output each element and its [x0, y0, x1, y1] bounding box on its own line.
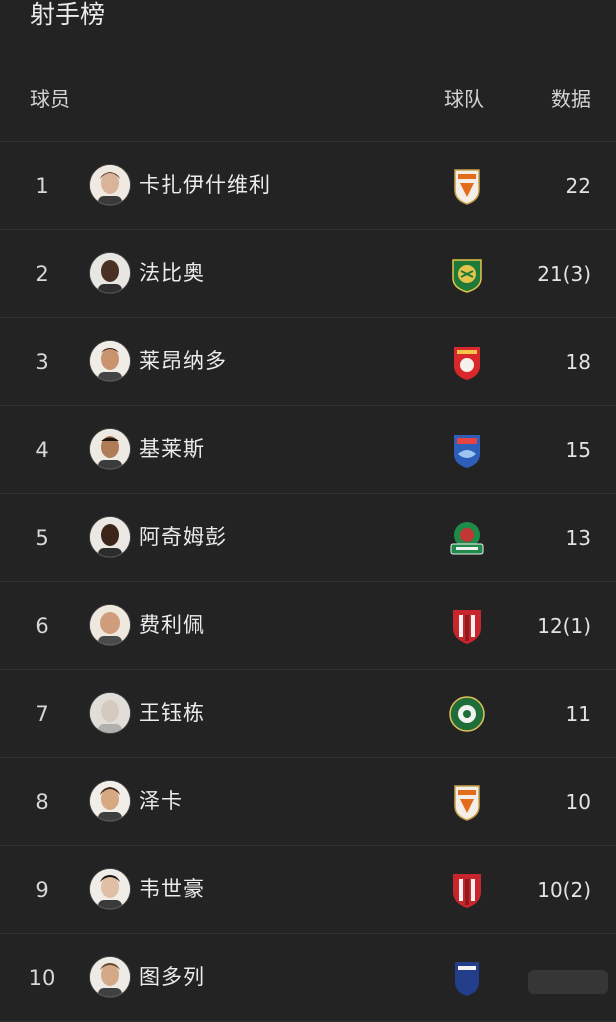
rank-number: 1	[35, 174, 49, 198]
chengdu-rongcheng-badge-icon[interactable]	[447, 606, 487, 646]
shanghai-shenhua-badge-icon[interactable]	[447, 958, 487, 998]
player-name[interactable]: 泽卡	[139, 787, 183, 815]
rank-number: 9	[35, 878, 49, 902]
watermark-overlay	[528, 970, 608, 994]
goal-count: 21(3)	[537, 262, 591, 286]
table-header: 球员 球队 数据	[0, 55, 616, 142]
goal-count: 12(1)	[537, 614, 591, 638]
table-row[interactable]: 5 阿奇姆彭 13	[0, 494, 616, 582]
henan-badge-icon[interactable]	[447, 518, 487, 558]
rank-number: 6	[35, 614, 49, 638]
table-row[interactable]: 10 图多列	[0, 934, 616, 1022]
player-avatar[interactable]	[90, 429, 130, 469]
goal-count: 13	[565, 526, 591, 550]
table-row[interactable]: 1 卡扎伊什维利 22	[0, 142, 616, 230]
player-avatar[interactable]	[90, 693, 130, 733]
player-name[interactable]: 图多列	[139, 963, 205, 991]
shandong-taishan-badge-icon[interactable]	[447, 782, 487, 822]
player-name[interactable]: 莱昂纳多	[139, 347, 227, 375]
rank-number: 7	[35, 702, 49, 726]
table-row[interactable]: 9 韦世豪 10(2)	[0, 846, 616, 934]
table-row[interactable]: 3 莱昂纳多 18	[0, 318, 616, 406]
chengdu-rongcheng-badge-icon[interactable]	[447, 870, 487, 910]
player-name[interactable]: 阿奇姆彭	[139, 523, 227, 551]
table-row[interactable]: 8 泽卡 10	[0, 758, 616, 846]
player-name[interactable]: 韦世豪	[139, 875, 205, 903]
goal-count: 22	[565, 174, 591, 198]
player-avatar[interactable]	[90, 165, 130, 205]
player-avatar[interactable]	[90, 781, 130, 821]
player-name[interactable]: 卡扎伊什维利	[139, 171, 271, 199]
scorer-list: 1 卡扎伊什维利 22 2 法比奥 21(3) 3 莱昂纳多 18 4 基莱斯 …	[0, 142, 616, 1022]
player-avatar[interactable]	[90, 341, 130, 381]
column-header-player[interactable]: 球员	[30, 85, 70, 113]
zhejiang-badge-icon[interactable]	[447, 694, 487, 734]
goal-count: 15	[565, 438, 591, 462]
rank-number: 4	[35, 438, 49, 462]
player-name[interactable]: 费利佩	[139, 611, 205, 639]
table-row[interactable]: 6 费利佩 12(1)	[0, 582, 616, 670]
shandong-taishan-badge-icon[interactable]	[447, 166, 487, 206]
player-avatar[interactable]	[90, 957, 130, 997]
player-avatar[interactable]	[90, 869, 130, 909]
table-row[interactable]: 2 法比奥 21(3)	[0, 230, 616, 318]
page-title: 射手榜	[30, 0, 106, 29]
rank-number: 10	[28, 966, 56, 990]
beijing-guoan-badge-icon[interactable]	[447, 254, 487, 294]
player-avatar[interactable]	[90, 517, 130, 557]
player-name[interactable]: 王钰栋	[139, 699, 205, 727]
table-row[interactable]: 4 基莱斯 15	[0, 406, 616, 494]
shanghai-port-badge-icon[interactable]	[447, 342, 487, 382]
rank-number: 8	[35, 790, 49, 814]
rank-number: 5	[35, 526, 49, 550]
goal-count: 10	[565, 790, 591, 814]
rank-number: 3	[35, 350, 49, 374]
column-header-team[interactable]: 球队	[444, 85, 484, 113]
goal-count: 11	[565, 702, 591, 726]
player-avatar[interactable]	[90, 605, 130, 645]
goal-count: 10(2)	[537, 878, 591, 902]
player-avatar[interactable]	[90, 253, 130, 293]
player-name[interactable]: 法比奥	[139, 259, 205, 287]
qingdao-hainiu-badge-icon[interactable]	[447, 430, 487, 470]
table-row[interactable]: 7 王钰栋 11	[0, 670, 616, 758]
player-name[interactable]: 基莱斯	[139, 435, 205, 463]
goal-count: 18	[565, 350, 591, 374]
rank-number: 2	[35, 262, 49, 286]
column-header-stats[interactable]: 数据	[551, 85, 591, 113]
